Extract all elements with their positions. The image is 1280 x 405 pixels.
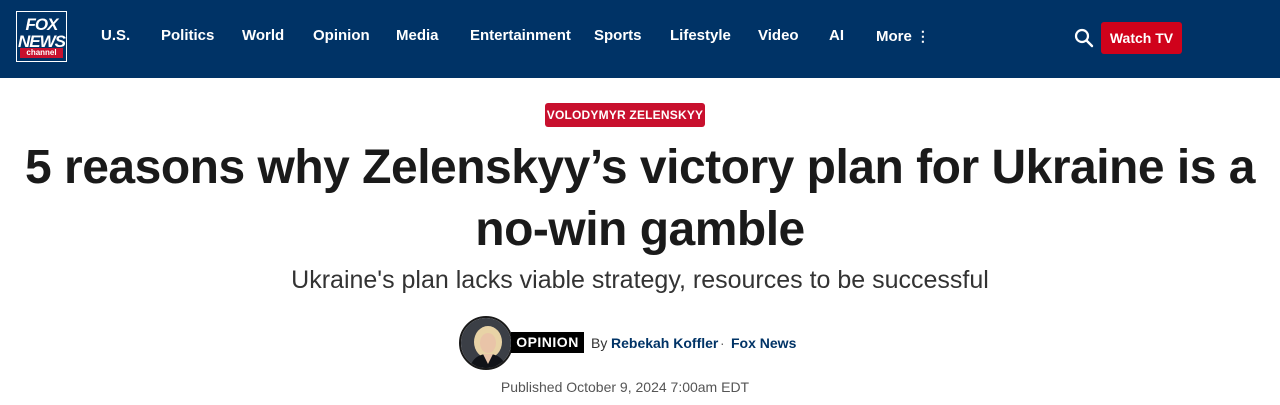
byline-by: By [591,335,608,351]
byline-separator: · [720,335,725,351]
opinion-badge: OPINION [511,332,584,353]
article-headline: 5 reasons why Zelenskyy’s victory plan f… [0,137,1280,261]
nav-item-lifestyle[interactable]: Lifestyle [670,26,731,46]
watch-tv-button[interactable]: Watch TV [1101,22,1182,54]
author-avatar[interactable] [459,316,513,370]
site-header: FOX NEWS channel U.S. Politics World Opi… [0,0,1280,78]
nav-item-us[interactable]: U.S. [101,26,130,46]
outlet-link[interactable]: Fox News [731,334,796,352]
nav-item-politics[interactable]: Politics [161,26,214,46]
nav-item-opinion[interactable]: Opinion [313,26,370,46]
nav-item-video[interactable]: Video [758,26,799,46]
article-subhead: Ukraine's plan lacks viable strategy, re… [291,266,989,294]
logo-text-fox: FOX [25,15,59,34]
headline-line-2: no-win gamble [475,203,805,256]
headline-line-1: 5 reasons why Zelenskyy’s victory plan f… [25,141,1255,194]
nav-item-sports[interactable]: Sports [594,26,642,46]
published-date: Published October 9, 2024 7:00am EDT [500,379,750,395]
search-icon[interactable] [1074,28,1094,48]
nav-more-label: More [876,28,912,45]
logo-text-channel: channel [20,48,63,58]
nav-item-more[interactable]: More ⋮ [876,26,930,46]
topic-tag[interactable]: VOLODYMYR ZELENSKYY [545,103,705,127]
nav-item-world[interactable]: World [242,26,284,46]
nav-item-media[interactable]: Media [396,26,439,46]
author-link[interactable]: Rebekah Koffler [611,334,718,352]
vertical-dots-icon: ⋮ [915,28,930,44]
fox-news-logo[interactable]: FOX NEWS channel [16,11,67,62]
nav-item-entertainment[interactable]: Entertainment [470,26,571,46]
nav-item-ai[interactable]: AI [829,26,844,46]
